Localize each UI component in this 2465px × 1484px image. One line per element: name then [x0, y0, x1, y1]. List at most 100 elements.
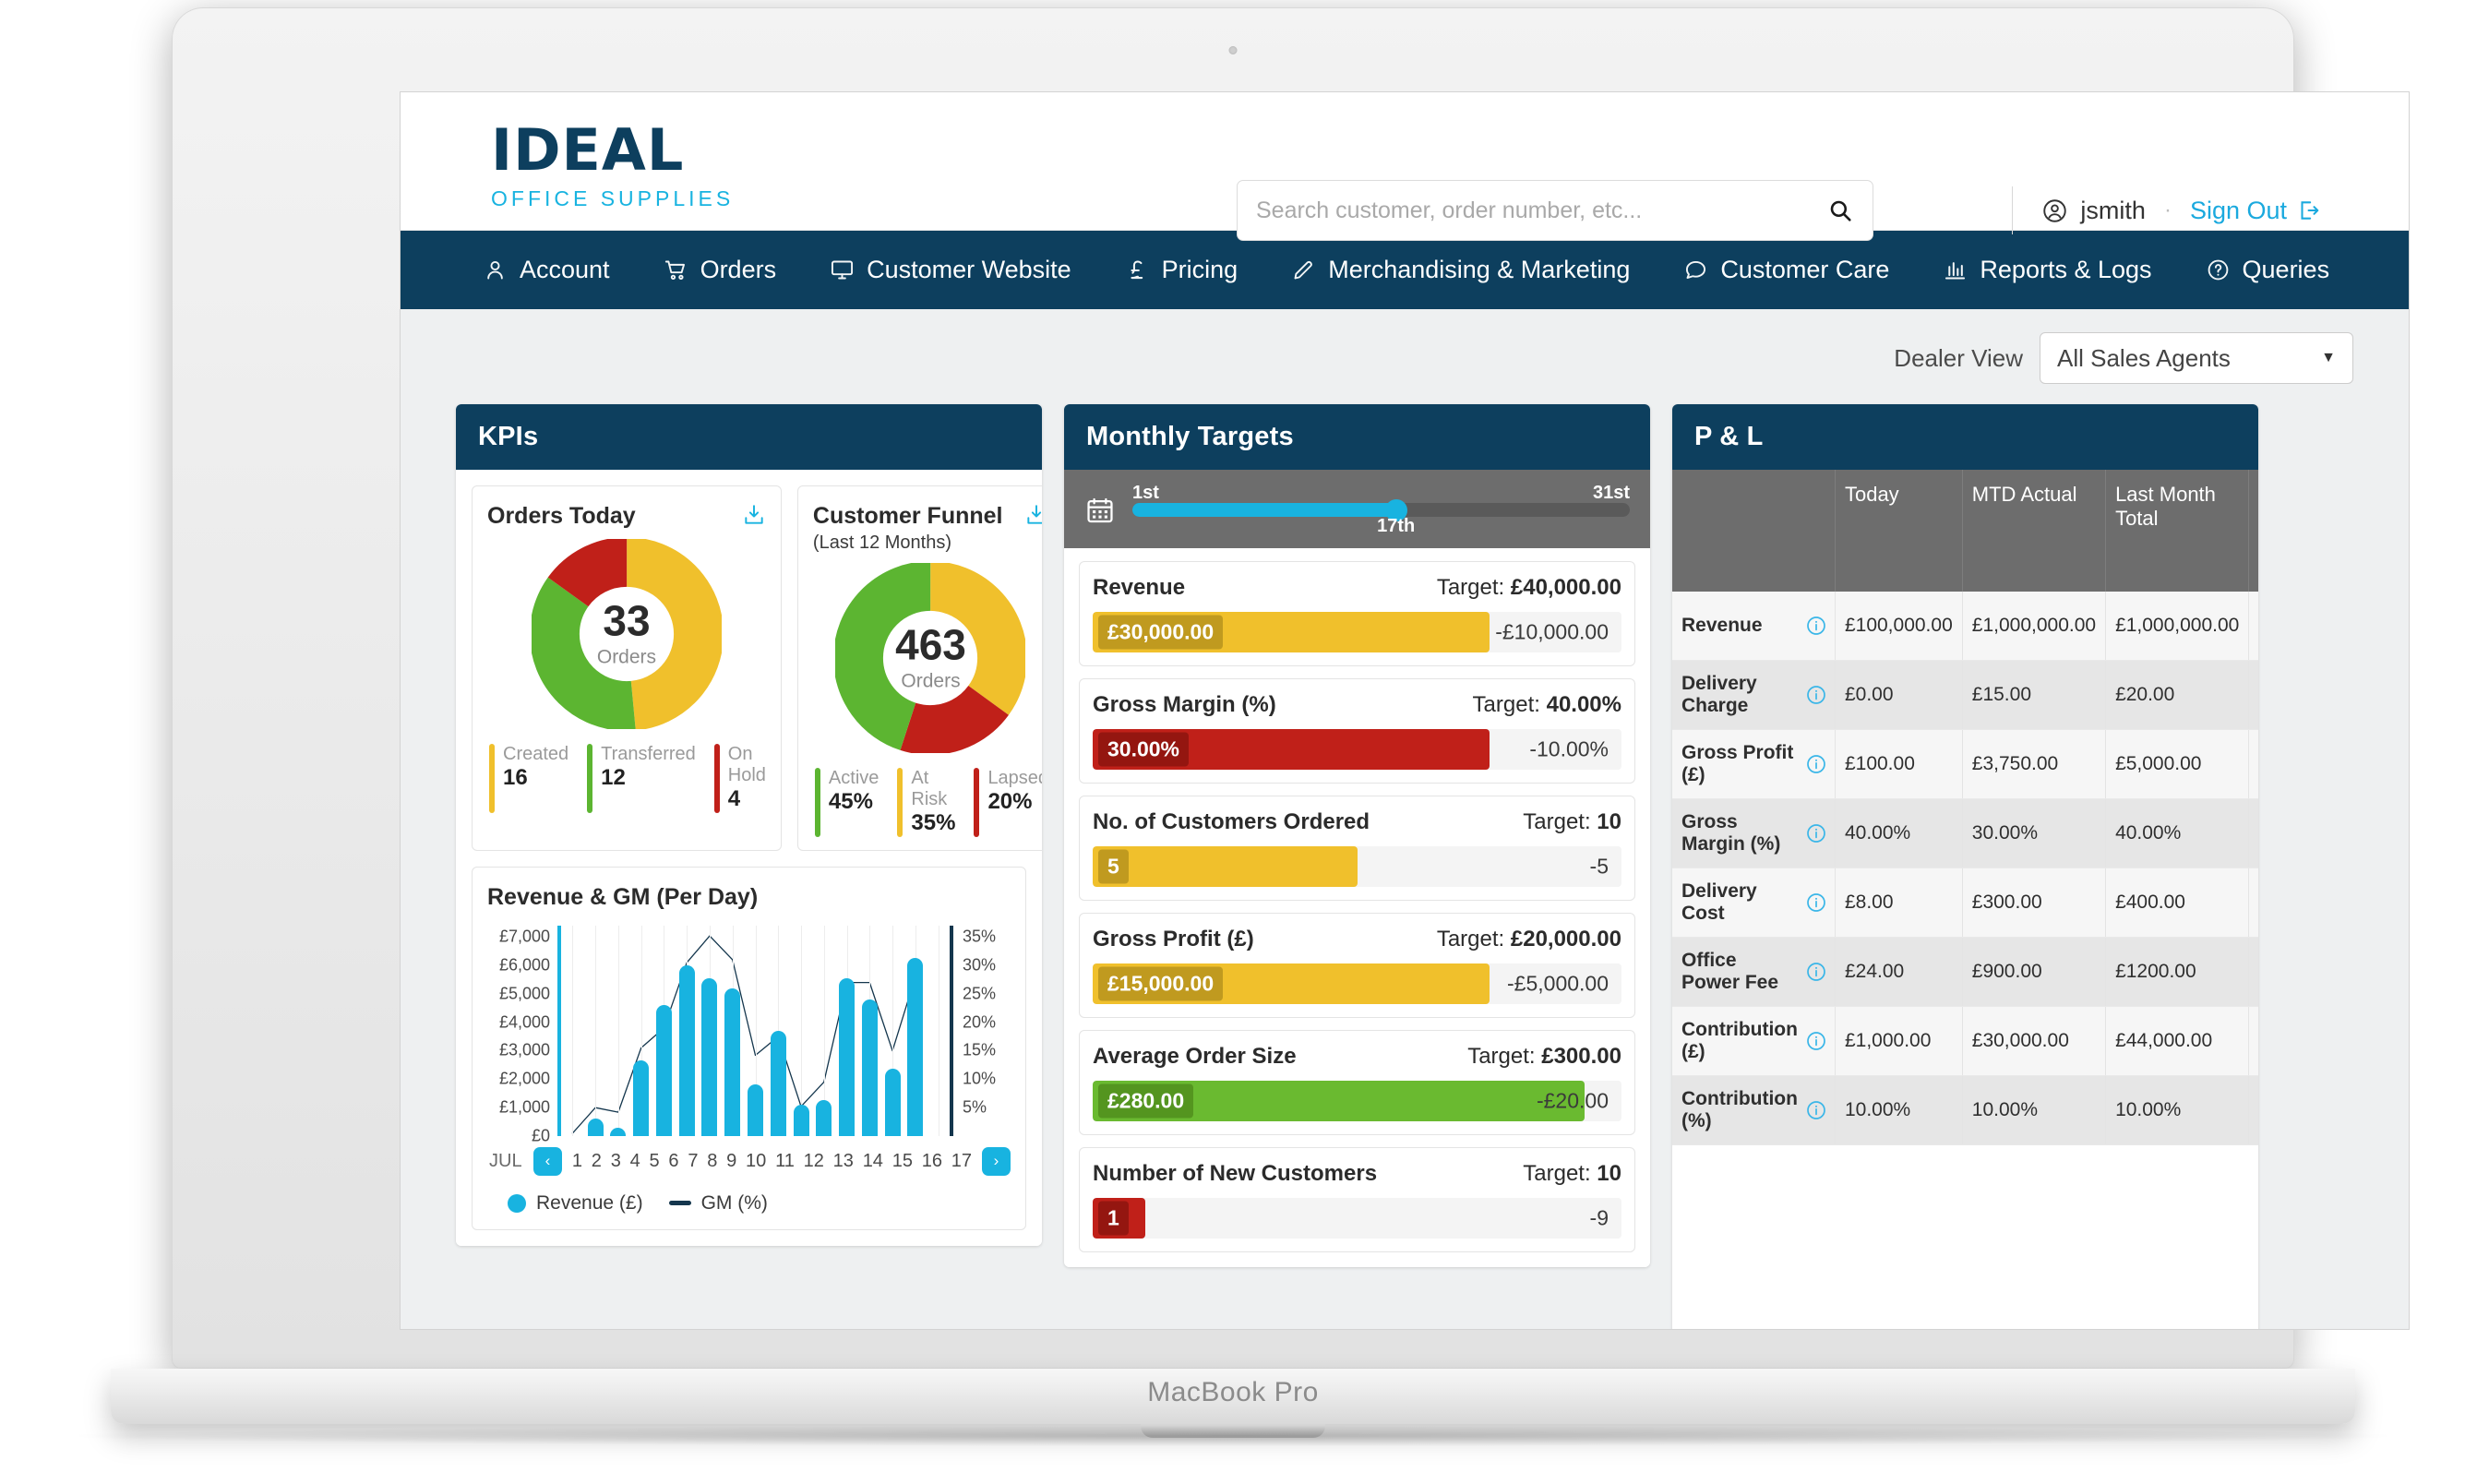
target-progress: 5-5	[1093, 846, 1621, 887]
info-circle-icon[interactable]	[1805, 822, 1827, 844]
pl-cell-mtd: £1,000,000.00	[1962, 592, 2105, 661]
pl-table-body: Revenue£100,000.00£1,000,000.00£1,000,00…	[1672, 592, 2258, 1145]
x-axis-day[interactable]: 8	[707, 1151, 717, 1172]
download-icon[interactable]	[742, 503, 766, 527]
info-circle-icon[interactable]	[1805, 892, 1827, 914]
search-icon[interactable]	[1828, 198, 1852, 222]
x-axis-day[interactable]: 16	[922, 1151, 942, 1172]
monthly-targets-title: Monthly Targets	[1064, 404, 1650, 470]
pl-cell-today: £100.00	[1835, 730, 1962, 799]
target-name: Revenue	[1093, 575, 1185, 601]
nav-item-merchandising-marketing[interactable]: Merchandising & Marketing	[1264, 231, 1657, 309]
x-axis-day[interactable]: 9	[726, 1151, 736, 1172]
target-difference: -£5,000.00	[1507, 972, 1609, 997]
legend-gm: GM (%)	[669, 1192, 768, 1215]
info-circle-icon[interactable]	[1805, 1030, 1827, 1052]
y-axis-left: £0£1,000£2,000£3,000£4,000£5,000£6,000£7…	[487, 926, 557, 1136]
pl-cell-mtd: £3,750.00	[1962, 730, 2105, 799]
info-circle-icon[interactable]	[1805, 615, 1827, 637]
x-axis-day[interactable]: 6	[668, 1151, 678, 1172]
pl-header-row: Today MTD Actual Last Month Total Varian…	[1672, 470, 2258, 592]
pl-col-variance: Variance Against Last Month	[2249, 470, 2258, 592]
x-axis-day[interactable]: 1	[572, 1151, 582, 1172]
nav-label: Account	[520, 256, 610, 284]
info-circle-icon[interactable]	[1805, 1099, 1827, 1121]
table-row: Delivery Cost£8.00£300.00£400.00-£100.00	[1672, 868, 2258, 938]
range-end-label: 31st	[1593, 483, 1630, 504]
legend-value: 20%	[987, 789, 1042, 816]
y-axis-tick-right: 30%	[963, 955, 996, 975]
legend-value: 12	[601, 765, 696, 792]
slider-track	[1132, 503, 1630, 517]
y-axis-tick-left: £7,000	[499, 928, 550, 947]
info-circle-icon[interactable]	[1805, 684, 1827, 706]
search-input[interactable]	[1238, 181, 1873, 240]
nav-item-account[interactable]: Account	[456, 231, 637, 309]
monitor-icon	[830, 257, 855, 282]
x-axis-day[interactable]: 15	[892, 1151, 913, 1172]
dealer-view-selected: All Sales Agents	[2057, 344, 2231, 373]
pl-row-label: Office Power Fee	[1672, 938, 1835, 1007]
logo[interactable]: IDEAL OFFICE SUPPLIES	[491, 122, 734, 211]
nav-item-pricing[interactable]: Pricing	[1098, 231, 1265, 309]
kpis-body: Orders Today	[456, 470, 1042, 1246]
kpi-card-orders-today: Orders Today	[472, 485, 782, 851]
x-axis-day[interactable]: 2	[592, 1151, 602, 1172]
pl-cell-variance: -£100.00	[2249, 868, 2258, 938]
revenue-gm-chart-card: Revenue & GM (Per Day) £0£1,000£2,000£3,…	[472, 867, 1026, 1230]
customer-funnel-donut-wrap: 463 Orders	[813, 563, 1042, 753]
nav-item-orders[interactable]: Orders	[637, 231, 804, 309]
main-navigation: Account Orders Customer Website	[401, 231, 2409, 309]
x-axis-day[interactable]: 11	[775, 1151, 795, 1172]
x-axis-day[interactable]: 3	[611, 1151, 621, 1172]
pl-col-mtd-actual: MTD Actual	[1962, 470, 2105, 592]
legend-line-icon	[669, 1201, 691, 1205]
pl-row-label: Delivery Cost	[1672, 868, 1835, 938]
download-icon[interactable]	[1024, 503, 1042, 527]
chart-plot-area: £0£1,000£2,000£3,000£4,000£5,000£6,000£7…	[487, 926, 1011, 1136]
x-axis-day[interactable]: 17	[951, 1151, 972, 1172]
nav-item-reports-logs[interactable]: Reports & Logs	[1916, 231, 2178, 309]
monthly-targets-panel: Monthly Targets	[1064, 404, 1650, 1267]
laptop-frame: IDEAL OFFICE SUPPLIES	[0, 0, 2465, 1484]
x-axis-day[interactable]: 14	[863, 1151, 883, 1172]
chart-next-button[interactable]: ›	[982, 1147, 1011, 1176]
pl-row-label: Delivery Charge	[1672, 661, 1835, 730]
sign-out-button[interactable]: Sign Out	[2190, 197, 2320, 225]
pl-row-label: Revenue	[1672, 592, 1835, 661]
x-axis-day[interactable]: 7	[688, 1151, 698, 1172]
y-axis-tick-left: £4,000	[499, 1012, 550, 1032]
pl-cell-today: £0.00	[1835, 661, 1962, 730]
pl-cell-variance: -£14,000.00	[2249, 938, 2258, 1007]
info-circle-icon[interactable]	[1805, 753, 1827, 775]
y-axis-tick-right: 10%	[963, 1070, 996, 1089]
donut-label: Orders	[875, 671, 986, 693]
dealer-view-select[interactable]: All Sales Agents ▼	[2040, 332, 2353, 384]
pencil-icon	[1291, 257, 1316, 282]
x-axis-day[interactable]: 12	[804, 1151, 824, 1172]
x-axis-day[interactable]: 13	[833, 1151, 854, 1172]
legend-name: On Hold	[728, 744, 766, 786]
x-axis-day[interactable]: 5	[650, 1151, 660, 1172]
nav-item-customer-care[interactable]: Customer Care	[1657, 231, 1916, 309]
chart-bar	[839, 978, 855, 1136]
search-box[interactable]	[1237, 180, 1873, 241]
target-progress: 1-9	[1093, 1198, 1621, 1239]
target-head: Number of New CustomersTarget: 10	[1093, 1161, 1621, 1187]
x-axis-day[interactable]: 10	[746, 1151, 766, 1172]
chart-month-label: JUL	[489, 1151, 533, 1172]
orders-today-donut-wrap: 33 Orders	[487, 539, 766, 729]
chart-prev-button[interactable]: ‹	[533, 1147, 562, 1176]
nav-item-queries[interactable]: Queries	[2179, 231, 2357, 309]
x-axis-day[interactable]: 4	[630, 1151, 640, 1172]
target-progress: £30,000.00-£10,000.00	[1093, 612, 1621, 652]
target-row: Average Order SizeTarget: £300.00£280.00…	[1079, 1030, 1635, 1135]
month-progress-slider[interactable]: 1st 31st 17th	[1132, 483, 1630, 537]
pl-cell-mtd: £15.00	[1962, 661, 2105, 730]
nav-item-customer-website[interactable]: Customer Website	[803, 231, 1098, 309]
user-area: jsmith · Sign Out	[2012, 186, 2320, 234]
info-circle-icon[interactable]	[1805, 961, 1827, 983]
grid-line	[618, 926, 619, 1136]
legend-name: At Risk	[911, 768, 955, 810]
target-current-value: £15,000.00	[1098, 967, 1223, 1001]
